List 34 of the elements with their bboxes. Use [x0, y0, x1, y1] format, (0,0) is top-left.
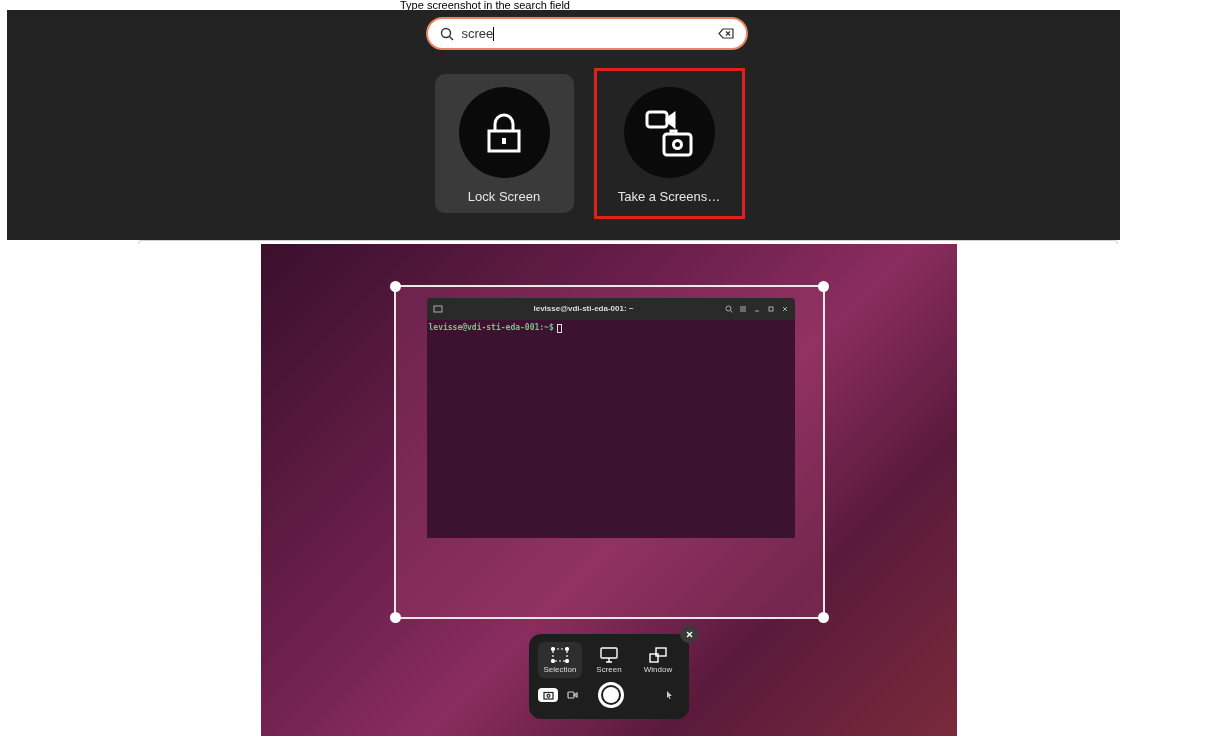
monitor-icon — [600, 646, 618, 663]
search-icon — [439, 26, 454, 41]
capture-mode-button[interactable]: Window — [636, 642, 680, 678]
camera-icon — [645, 108, 693, 157]
resize-handle[interactable] — [389, 612, 401, 623]
windows-icon — [649, 646, 667, 663]
close-icon — [685, 630, 693, 638]
close-icon[interactable] — [780, 305, 789, 313]
text-cursor — [556, 323, 562, 333]
search-icon[interactable] — [724, 305, 733, 313]
capture-mode-button[interactable]: Screen — [587, 642, 631, 678]
resize-handle[interactable] — [817, 281, 829, 292]
capture-mode-button[interactable]: Selection — [538, 642, 582, 678]
app-tile[interactable]: Lock Screen — [434, 74, 574, 213]
video-camera-icon — [566, 691, 578, 699]
new-tab-icon[interactable] — [432, 305, 443, 313]
pointer-icon — [665, 691, 673, 699]
search-field[interactable]: scree — [425, 17, 748, 50]
maximize-icon[interactable] — [766, 305, 775, 313]
camera-icon — [542, 690, 554, 700]
capture-button[interactable] — [598, 682, 624, 708]
close-button[interactable] — [680, 625, 698, 643]
terminal-prompt: levisse@vdi-sti-eda-001:~$ — [428, 322, 554, 334]
selection-icon — [551, 646, 569, 663]
capture-type-toggle[interactable] — [538, 688, 558, 702]
resize-handle[interactable] — [817, 612, 829, 623]
terminal-title: levisse@vdi-sti-eda-001: ~ — [532, 303, 635, 315]
app-tile[interactable]: Take a Screens… — [599, 74, 739, 213]
search-value: scree — [461, 24, 496, 43]
clear-icon[interactable] — [717, 28, 734, 39]
resize-handle[interactable] — [389, 281, 401, 292]
instruction-text: Type screenshot in the search field — [400, 0, 570, 10]
lock-icon — [487, 112, 521, 153]
menu-icon[interactable] — [738, 305, 747, 313]
